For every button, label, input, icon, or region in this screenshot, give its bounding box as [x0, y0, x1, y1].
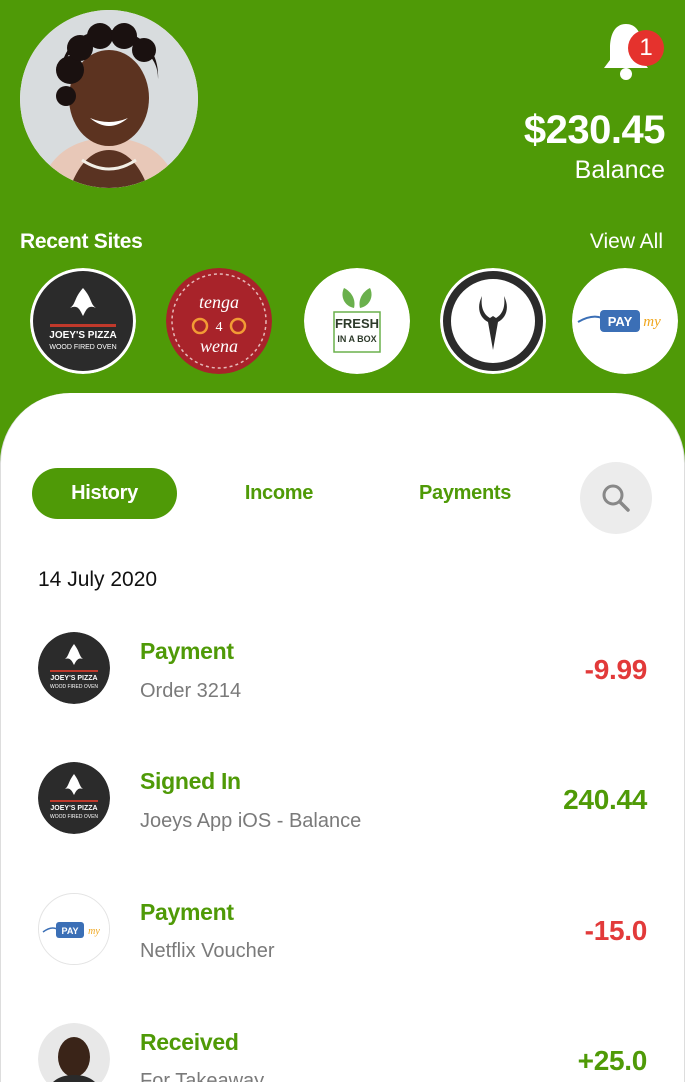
svg-text:PAY: PAY	[61, 926, 78, 936]
site-sub-text: WOOD FIRED OVEN	[49, 344, 116, 351]
recent-site-tenga-wena[interactable]: tenga 4 wena	[166, 268, 272, 374]
recent-site-paymy[interactable]: PAY my	[572, 268, 678, 374]
paymy-logo-icon: PAY my	[38, 893, 110, 965]
joeys-pizza-logo-icon: JOEY'S PIZZA WOOD FIRED OVEN	[38, 632, 110, 704]
recent-sites-title: Recent Sites	[20, 230, 143, 253]
joeys-pizza-logo-icon: JOEY'S PIZZA WOOD FIRED OVEN	[38, 762, 110, 834]
tab-payments[interactable]: Payments	[400, 468, 530, 519]
svg-text:my: my	[88, 926, 100, 937]
site-sub-text: IN A BOX	[337, 334, 376, 344]
transaction-subtitle: For Takeaway	[140, 1070, 265, 1082]
tab-income[interactable]: Income	[214, 468, 344, 519]
transaction-title: Payment	[140, 899, 234, 925]
search-icon	[602, 484, 630, 512]
transaction-subtitle: Joeys App iOS - Balance	[140, 810, 362, 832]
tab-history[interactable]: History	[32, 468, 177, 519]
site-sub-text: wena	[200, 336, 238, 356]
svg-text:JOEY'S PIZZA: JOEY'S PIZZA	[50, 675, 97, 682]
svg-text:JOEY'S PIZZA: JOEY'S PIZZA	[50, 805, 97, 812]
transaction-amount: 240.44	[563, 784, 647, 815]
site-name-text: tenga	[199, 292, 239, 312]
transaction-title: Signed In	[140, 768, 241, 794]
transaction-title: Received	[140, 1029, 239, 1055]
site-name-text: JOEY'S PIZZA	[49, 330, 116, 341]
transaction-amount: -9.99	[584, 654, 648, 685]
recent-site-joeys-pizza[interactable]: JOEY'S PIZZA WOOD FIRED OVEN	[30, 268, 136, 374]
site-name-text: PAY	[608, 314, 633, 329]
transaction-amount: +25.0	[577, 1045, 648, 1076]
date-header: 14 July 2020	[38, 568, 158, 591]
recent-site-antelope[interactable]	[440, 268, 546, 374]
svg-text:4: 4	[216, 320, 223, 335]
transaction-amount: -15.0	[584, 915, 648, 946]
transaction-subtitle: Order 3214	[140, 680, 242, 702]
notification-badge: 1	[628, 30, 664, 66]
svg-text:WOOD FIRED OVEN: WOOD FIRED OVEN	[50, 684, 98, 690]
balance-label: Balance	[574, 156, 665, 184]
transaction-subtitle: Netflix Voucher	[140, 940, 275, 962]
search-button[interactable]	[580, 462, 652, 534]
svg-text:WOOD FIRED OVEN: WOOD FIRED OVEN	[50, 814, 98, 820]
site-sub-text: my	[643, 314, 661, 330]
site-name-text: FRESH	[335, 316, 379, 331]
transaction-title: Payment	[140, 638, 234, 664]
recent-site-fresh-in-a-box[interactable]: FRESH IN A BOX	[304, 268, 410, 374]
profile-avatar[interactable]	[20, 10, 198, 188]
view-all-link[interactable]: View All	[590, 230, 663, 254]
balance-amount: $230.45	[523, 108, 666, 152]
